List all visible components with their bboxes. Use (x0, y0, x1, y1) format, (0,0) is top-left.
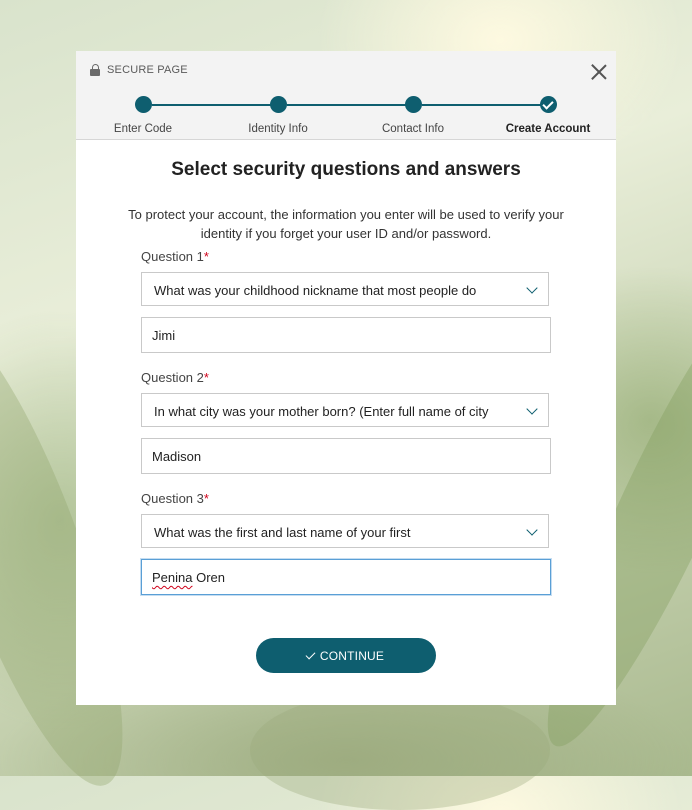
answer-2-input[interactable]: Madison (141, 438, 551, 474)
question-1-select[interactable]: What was your childhood nickname that mo… (141, 272, 549, 306)
step-1-marker (135, 96, 152, 113)
step-label-contact-info: Contact Info (381, 123, 444, 135)
required-marker: * (203, 249, 209, 264)
secure-page-label: SECURE PAGE (107, 64, 188, 76)
page-title: Select security questions and answers (171, 159, 521, 180)
question-2-label: Question 2* (141, 370, 209, 385)
chevron-down-icon (526, 403, 538, 415)
question-1-selected: What was your childhood nickname that mo… (154, 283, 477, 298)
question-1-label-text: Question 1 (141, 249, 204, 264)
security-questions-dialog: SECURE PAGE Enter Code Identity Info Con… (76, 51, 616, 705)
required-marker: * (203, 491, 209, 506)
intro-line-2: identity if you forget your user ID and/… (200, 226, 492, 241)
close-icon[interactable] (591, 64, 607, 80)
answer-2-value: Madison (152, 449, 202, 464)
question-2-selected: In what city was your mother born? (Ente… (154, 404, 489, 419)
continue-label: CONTINUE (319, 648, 385, 663)
answer-3-value-first: Penina (152, 570, 193, 585)
question-2-label-text: Question 2 (141, 370, 204, 385)
step-connector (287, 104, 415, 106)
intro-line-1: To protect your account, the information… (128, 207, 564, 222)
answer-3-value: Penina Oren (152, 570, 225, 585)
intro-text: To protect your account, the information… (106, 205, 586, 243)
step-label-enter-code: Enter Code (113, 123, 173, 135)
required-marker: * (203, 370, 209, 385)
question-3-selected: What was the first and last name of your… (154, 525, 411, 540)
step-connector (422, 104, 550, 106)
check-icon (305, 649, 316, 659)
lock-icon (90, 64, 101, 76)
step-3-marker (405, 96, 422, 113)
dialog-header: SECURE PAGE (76, 51, 616, 87)
question-1-label: Question 1* (141, 249, 209, 264)
question-3-label: Question 3* (141, 491, 209, 506)
question-3-label-text: Question 3 (141, 491, 204, 506)
step-2-marker (270, 96, 287, 113)
answer-1-input[interactable]: Jimi (141, 317, 551, 353)
answer-3-input[interactable]: Penina Oren (141, 559, 551, 595)
answer-1-value: Jimi (152, 328, 176, 343)
question-3-select[interactable]: What was the first and last name of your… (141, 514, 549, 548)
secure-page-indicator: SECURE PAGE (90, 64, 188, 76)
question-2-select[interactable]: In what city was your mother born? (Ente… (141, 393, 549, 427)
step-label-create-account: Create Account (505, 123, 591, 135)
chevron-down-icon (526, 282, 538, 294)
step-4-check-icon (540, 96, 557, 113)
step-connector (152, 104, 280, 106)
step-label-identity-info: Identity Info (248, 123, 308, 135)
continue-button[interactable]: CONTINUE (256, 638, 436, 673)
progress-stepper: Enter Code Identity Info Contact Info Cr… (76, 87, 616, 140)
answer-3-value-rest: Oren (192, 570, 225, 585)
background-grass (250, 690, 550, 810)
chevron-down-icon (526, 524, 538, 536)
